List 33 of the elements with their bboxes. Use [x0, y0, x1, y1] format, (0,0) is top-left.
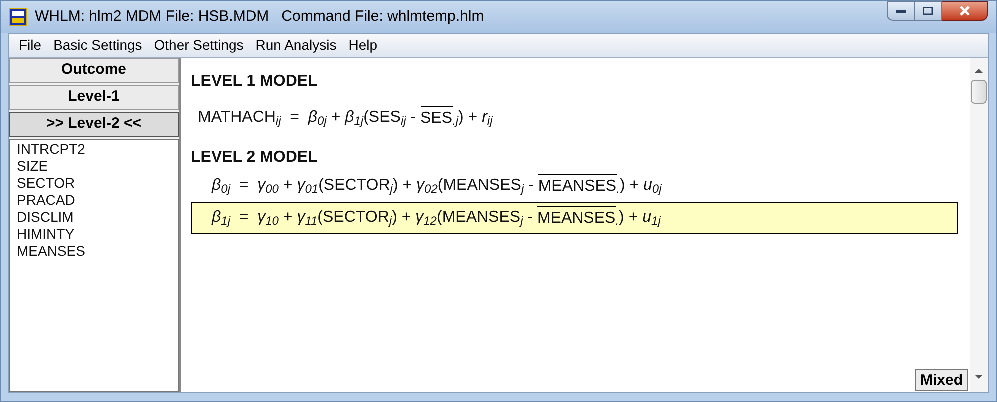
menu-item[interactable]: Other Settings — [148, 35, 250, 56]
variable-item[interactable]: PRACAD — [17, 192, 178, 209]
maximize-button[interactable] — [915, 1, 942, 21]
variable-item[interactable]: HIMINTY — [17, 226, 178, 243]
close-icon — [960, 6, 970, 16]
window-title: WHLM: hlm2 MDM File: HSB.MDM Command File: whlmtemp.hlm — [35, 6, 484, 27]
level-tab[interactable]: Level-1 — [9, 85, 179, 110]
equation[interactable]: β$_{0j}$ = γ$_{00}$ + γ$_{01}$(SECTOR$_{j}$) + γ$_{02}$(MEANSES$_{j}$ - MEANSES$_{.}$) + u$_{0j}$ — [191, 170, 958, 202]
menu-item[interactable]: Help — [342, 35, 384, 56]
minimize-button[interactable] — [887, 1, 915, 21]
scroll-up-icon[interactable] — [975, 68, 983, 74]
menu-item[interactable]: Basic Settings — [48, 35, 148, 56]
variable-item[interactable]: MEANSES — [17, 243, 178, 260]
mixed-button[interactable]: Mixed — [915, 369, 968, 391]
level-tab[interactable]: >> Level-2 << — [9, 112, 179, 137]
scrollbar[interactable] — [970, 58, 988, 392]
level-tab[interactable]: Outcome — [9, 58, 179, 83]
section-heading: LEVEL 2 MODEL — [191, 148, 318, 168]
app-logo-icon — [9, 8, 27, 26]
maximize-icon — [923, 7, 933, 15]
equation[interactable]: β$_{1j}$ = γ$_{10}$ + γ$_{11}$(SECTOR$_{j}$) + γ$_{12}$(MEANSES$_{j}$ - MEANSES$_{.}$) + u$_{1j}$ — [191, 202, 958, 234]
menu-item[interactable]: Run Analysis — [250, 35, 343, 56]
scroll-down-icon[interactable] — [975, 374, 983, 380]
variable-item[interactable]: SIZE — [17, 158, 178, 175]
close-button[interactable] — [942, 1, 988, 21]
variable-item[interactable]: DISCLIM — [17, 209, 178, 226]
variable-item[interactable]: INTRCPT2 — [17, 141, 178, 158]
variable-item[interactable]: SECTOR — [17, 175, 178, 192]
section-heading: LEVEL 1 MODEL — [191, 72, 318, 92]
minimize-icon — [896, 9, 906, 13]
equation[interactable]: MATHACH$_{ij}$ = β$_{0j}$ + β$_{1j}$(SES$_{ij}$ - SES$_{.j}$) + r$_{ij}$ — [191, 102, 958, 134]
menu-item[interactable]: File — [13, 35, 48, 56]
scroll-thumb[interactable] — [971, 80, 987, 104]
